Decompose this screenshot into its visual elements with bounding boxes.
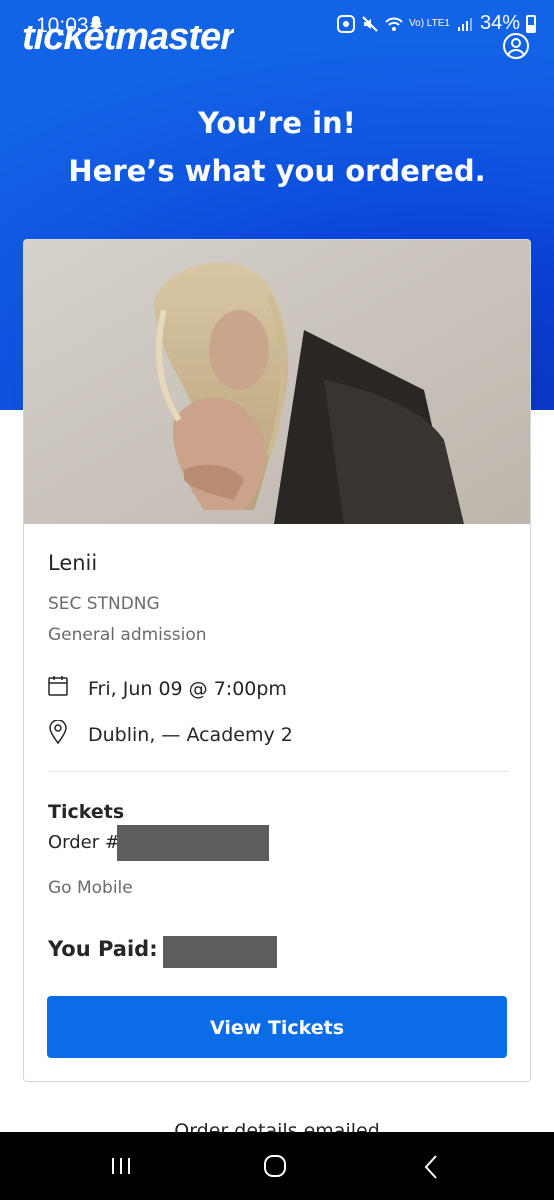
admission-type: General admission: [48, 625, 207, 645]
account-icon[interactable]: [502, 32, 530, 60]
amount-paid-redaction: [163, 936, 277, 968]
ticket-section: SEC STNDNG: [48, 594, 160, 614]
order-card: Lenii SEC STNDNG General admission Fri, …: [23, 239, 531, 1082]
ticketmaster-logo[interactable]: ticketmaster: [22, 26, 234, 60]
delivery-method: Go Mobile: [48, 878, 133, 898]
view-tickets-button[interactable]: View Tickets: [47, 996, 507, 1058]
order-number-redaction: [117, 825, 269, 861]
nav-recents-icon[interactable]: [110, 1157, 132, 1175]
snapchat-box-icon: [337, 14, 356, 33]
nav-back-icon[interactable]: [423, 1154, 439, 1180]
divider: [48, 771, 508, 772]
calendar-icon: [48, 676, 68, 696]
event-name: Lenii: [48, 551, 98, 575]
signal-icon: [457, 17, 472, 31]
amount-paid-label: You Paid:: [48, 937, 158, 961]
wifi-icon: [385, 17, 403, 31]
order-number-label: Order #: [48, 832, 120, 853]
tickets-heading: Tickets: [48, 801, 125, 823]
system-nav-bar: [0, 1132, 554, 1200]
page-title-line2: Here’s what you ordered.: [68, 154, 486, 188]
location-pin-icon: [49, 720, 67, 744]
order-details-emailed: Order details emailed: [174, 1120, 380, 1132]
nav-home-icon[interactable]: [263, 1154, 287, 1178]
network-type: Vo) LTE1: [409, 17, 450, 29]
event-date: Fri, Jun 09 @ 7:00pm: [88, 678, 287, 700]
page-title-line1: You’re in!: [198, 106, 356, 140]
mute-icon: [362, 15, 378, 32]
battery-icon: [526, 14, 536, 33]
event-venue: Dublin, — Academy 2: [88, 724, 293, 746]
event-image: [24, 240, 530, 524]
